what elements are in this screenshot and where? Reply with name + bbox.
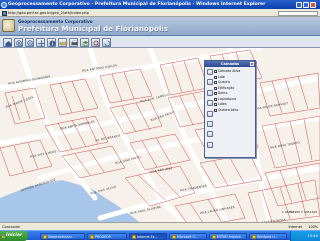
address-url[interactable]: http://geo.pmf.sc.gov.br/geo_2/ath/index… bbox=[8, 11, 89, 15]
map-view[interactable]: RUA ALTAMIRO GUIMARÃES RUA ANTÔNIO CARLO… bbox=[0, 48, 320, 230]
layer-label: Lotes bbox=[218, 102, 227, 106]
layer-label: Bairro bbox=[218, 91, 228, 95]
layer-item[interactable]: Quadra Aéro. bbox=[214, 108, 255, 114]
search-box[interactable] bbox=[278, 10, 318, 16]
status-bar: Concluído Internet 100% bbox=[0, 222, 320, 230]
refresh-icon[interactable] bbox=[102, 37, 111, 47]
layer-tool-icon[interactable] bbox=[207, 120, 213, 127]
ie-logo-icon bbox=[1, 1, 7, 8]
city-crest-logo bbox=[2, 19, 15, 32]
panel-close-icon[interactable] bbox=[250, 62, 254, 66]
header-title: Prefeitura Municipal de Florianópolis bbox=[18, 24, 169, 33]
zoom-out-icon[interactable] bbox=[25, 37, 34, 47]
app-icon bbox=[42, 235, 47, 239]
app-icon bbox=[211, 235, 216, 239]
layer-list: Camada Ativa Lote Quadra Edificação Bair… bbox=[214, 69, 255, 113]
panel-title: Camadas bbox=[205, 61, 255, 67]
clock[interactable]: 15:40 bbox=[308, 234, 318, 238]
minimize-button[interactable] bbox=[296, 1, 302, 8]
taskbar-item[interactable]: Geoprocessam... bbox=[40, 232, 85, 240]
layer-checkbox[interactable] bbox=[214, 92, 217, 96]
maximize-button[interactable] bbox=[303, 1, 309, 8]
pan-icon[interactable] bbox=[36, 37, 45, 47]
app-icon bbox=[171, 235, 176, 239]
map-coordinates: X: 717980 Y: 6951329 bbox=[285, 210, 317, 214]
layer-checkbox[interactable] bbox=[214, 86, 217, 90]
layer-checkbox[interactable] bbox=[214, 70, 217, 74]
layer-tool-icon[interactable] bbox=[207, 131, 213, 138]
taskbar-item[interactable]: PROGEOP... bbox=[87, 232, 127, 240]
window-title: Geoprocessamento Corporativo - Prefeitur… bbox=[8, 2, 266, 7]
zoom-in-icon[interactable] bbox=[14, 37, 23, 47]
home-icon[interactable] bbox=[3, 37, 12, 47]
layer-label: Lote bbox=[218, 74, 225, 79]
panel-tool-column bbox=[207, 69, 213, 152]
layer-label: Camada Ativa bbox=[218, 69, 241, 73]
app-icon bbox=[131, 235, 136, 239]
app-icon bbox=[251, 235, 256, 239]
layer-tool-icon[interactable] bbox=[207, 100, 213, 107]
layer-tool-icon[interactable] bbox=[207, 69, 213, 75]
window-title-bar: Geoprocessamento Corporativo - Prefeitur… bbox=[0, 0, 320, 9]
map-toolbar bbox=[0, 36, 320, 48]
status-text: Concluído bbox=[2, 225, 20, 229]
taskbar-item[interactable]: Windows Li... bbox=[249, 232, 287, 240]
layer-checkbox[interactable] bbox=[214, 81, 217, 85]
address-bar[interactable]: http://geo.pmf.sc.gov.br/geo_2/ath/index… bbox=[0, 9, 320, 17]
layer-checkbox[interactable] bbox=[214, 75, 217, 79]
layers-icon[interactable] bbox=[80, 37, 89, 47]
layer-label: Quadra bbox=[218, 80, 230, 84]
taskbar: Iniciar Geoprocessam... PROGEOP... Inter… bbox=[0, 230, 320, 241]
layer-checkbox[interactable] bbox=[214, 108, 217, 112]
layer-label: Edificação bbox=[218, 85, 235, 90]
layer-checkbox[interactable] bbox=[214, 97, 217, 101]
app-header: Geoprocessamento Corporativo Prefeitura … bbox=[0, 17, 320, 36]
close-button[interactable] bbox=[310, 1, 316, 8]
app-icon bbox=[89, 235, 94, 239]
page-icon bbox=[1, 10, 7, 16]
layer-tool-icon[interactable] bbox=[207, 79, 213, 86]
search-icon[interactable] bbox=[91, 37, 100, 47]
layer-label: Logradouro bbox=[218, 96, 237, 101]
layer-tool-icon[interactable] bbox=[207, 89, 213, 96]
layer-label: Quadra Aéro. bbox=[218, 107, 240, 112]
taskbar-item[interactable]: Internet Ex... bbox=[129, 232, 167, 240]
layer-tool-icon[interactable] bbox=[207, 141, 213, 148]
layers-panel[interactable]: Camadas Camada Ativa Lote Quadra Edifica… bbox=[204, 60, 256, 158]
taskbar-item[interactable]: Microsoft O... bbox=[169, 232, 207, 240]
layer-checkbox[interactable] bbox=[214, 103, 217, 107]
measure-icon[interactable] bbox=[58, 37, 68, 47]
taskbar-item[interactable]: ESTATÍ Arquiva... bbox=[209, 232, 247, 240]
print-icon[interactable] bbox=[69, 37, 78, 47]
layer-tool-icon[interactable] bbox=[207, 110, 213, 117]
info-icon[interactable] bbox=[47, 37, 56, 47]
